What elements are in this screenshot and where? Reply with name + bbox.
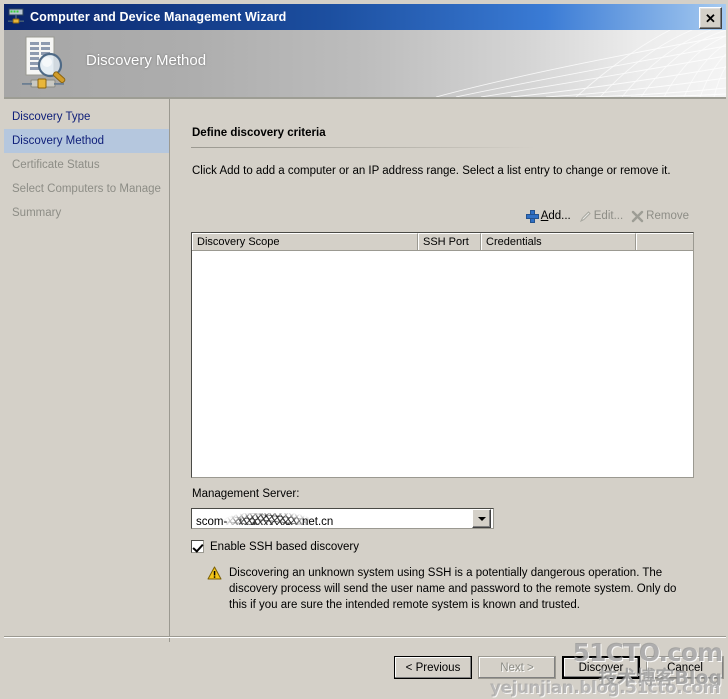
management-server-suffix: net.cn	[302, 515, 334, 525]
enable-ssh-checkbox[interactable]	[191, 540, 204, 553]
remove-button-label: Remove	[646, 210, 689, 222]
remove-button: Remove	[627, 210, 693, 223]
section-title: Define discovery criteria	[192, 127, 326, 139]
sidebar-item-discovery-method[interactable]: Discovery Method	[4, 129, 169, 153]
ssh-warning: Discovering an unknown system using SSH …	[207, 565, 687, 613]
sidebar-item-select-computers: Select Computers to Manage	[12, 183, 161, 195]
previous-button[interactable]: < Previous	[394, 656, 472, 679]
x-icon	[631, 210, 644, 223]
enable-ssh-checkbox-row[interactable]: Enable SSH based discovery	[191, 540, 359, 553]
cancel-button[interactable]: Cancel	[646, 656, 724, 679]
management-server-label: Management Server:	[192, 488, 300, 500]
add-button-rest: dd...	[548, 210, 571, 222]
instruction-text: Click Add to add a computer or an IP add…	[192, 165, 671, 177]
edit-button-label: Edit...	[593, 210, 624, 222]
redaction-scribble	[222, 512, 314, 525]
management-server-prefix: scom-	[196, 515, 228, 525]
add-button[interactable]: Add...	[522, 209, 575, 223]
warning-triangle-icon	[207, 566, 222, 580]
sidebar-item-discovery-type[interactable]: Discovery Type	[4, 105, 169, 129]
plus-icon	[525, 209, 539, 223]
title-bar: Computer and Device Management Wizard ✕	[4, 4, 726, 30]
add-button-label: Add...	[541, 210, 571, 222]
sidebar-item-summary: Summary	[12, 207, 62, 219]
sidebar-item-certificate-status: Certificate Status	[12, 159, 100, 171]
footer-divider	[4, 636, 726, 638]
ssh-warning-text: Discovering an unknown system using SSH …	[229, 567, 677, 611]
server-device-icon	[7, 8, 25, 26]
discovery-scope-list[interactable]: Discovery Scope SSH Port Credentials	[191, 232, 694, 478]
wizard-steps-sidebar: Discovery Type Discovery Method Certific…	[4, 99, 170, 697]
enable-ssh-checkbox-label: Enable SSH based discovery	[210, 540, 359, 553]
column-header-ssh-port[interactable]: SSH Port	[418, 233, 481, 250]
main-panel: Define discovery criteria Click Add to a…	[171, 99, 726, 636]
column-header-discovery-scope[interactable]: Discovery Scope	[192, 233, 418, 250]
footer-bar: < Previous Next > Discover Cancel	[4, 642, 726, 697]
discovery-document-magnifier-icon	[18, 34, 74, 92]
wizard-window: Computer and Device Management Wizard ✕	[0, 0, 728, 698]
list-body-empty[interactable]	[192, 251, 693, 477]
list-toolbar: Add... Edit... Remove	[501, 206, 693, 226]
management-server-value: scom-█████net.cn scom- net.cn	[192, 512, 472, 525]
close-icon[interactable]: ✕	[699, 7, 722, 29]
column-header-credentials[interactable]: Credentials	[481, 233, 636, 250]
next-button: Next >	[478, 656, 556, 679]
header-banner: Discovery Method	[4, 30, 726, 97]
chevron-down-icon[interactable]	[472, 509, 491, 528]
page-title: Discovery Method	[86, 52, 207, 69]
discover-button[interactable]: Discover	[562, 656, 640, 679]
banner-grid-decoration	[435, 30, 726, 97]
list-header-row: Discovery Scope SSH Port Credentials	[192, 233, 693, 251]
section-divider	[191, 147, 536, 148]
window-title: Computer and Device Management Wizard	[30, 10, 287, 24]
column-header-blank[interactable]	[636, 233, 693, 250]
management-server-combobox[interactable]: scom-█████net.cn scom- net.cn	[191, 508, 494, 529]
pencil-icon	[579, 210, 592, 223]
edit-button: Edit...	[575, 210, 627, 223]
